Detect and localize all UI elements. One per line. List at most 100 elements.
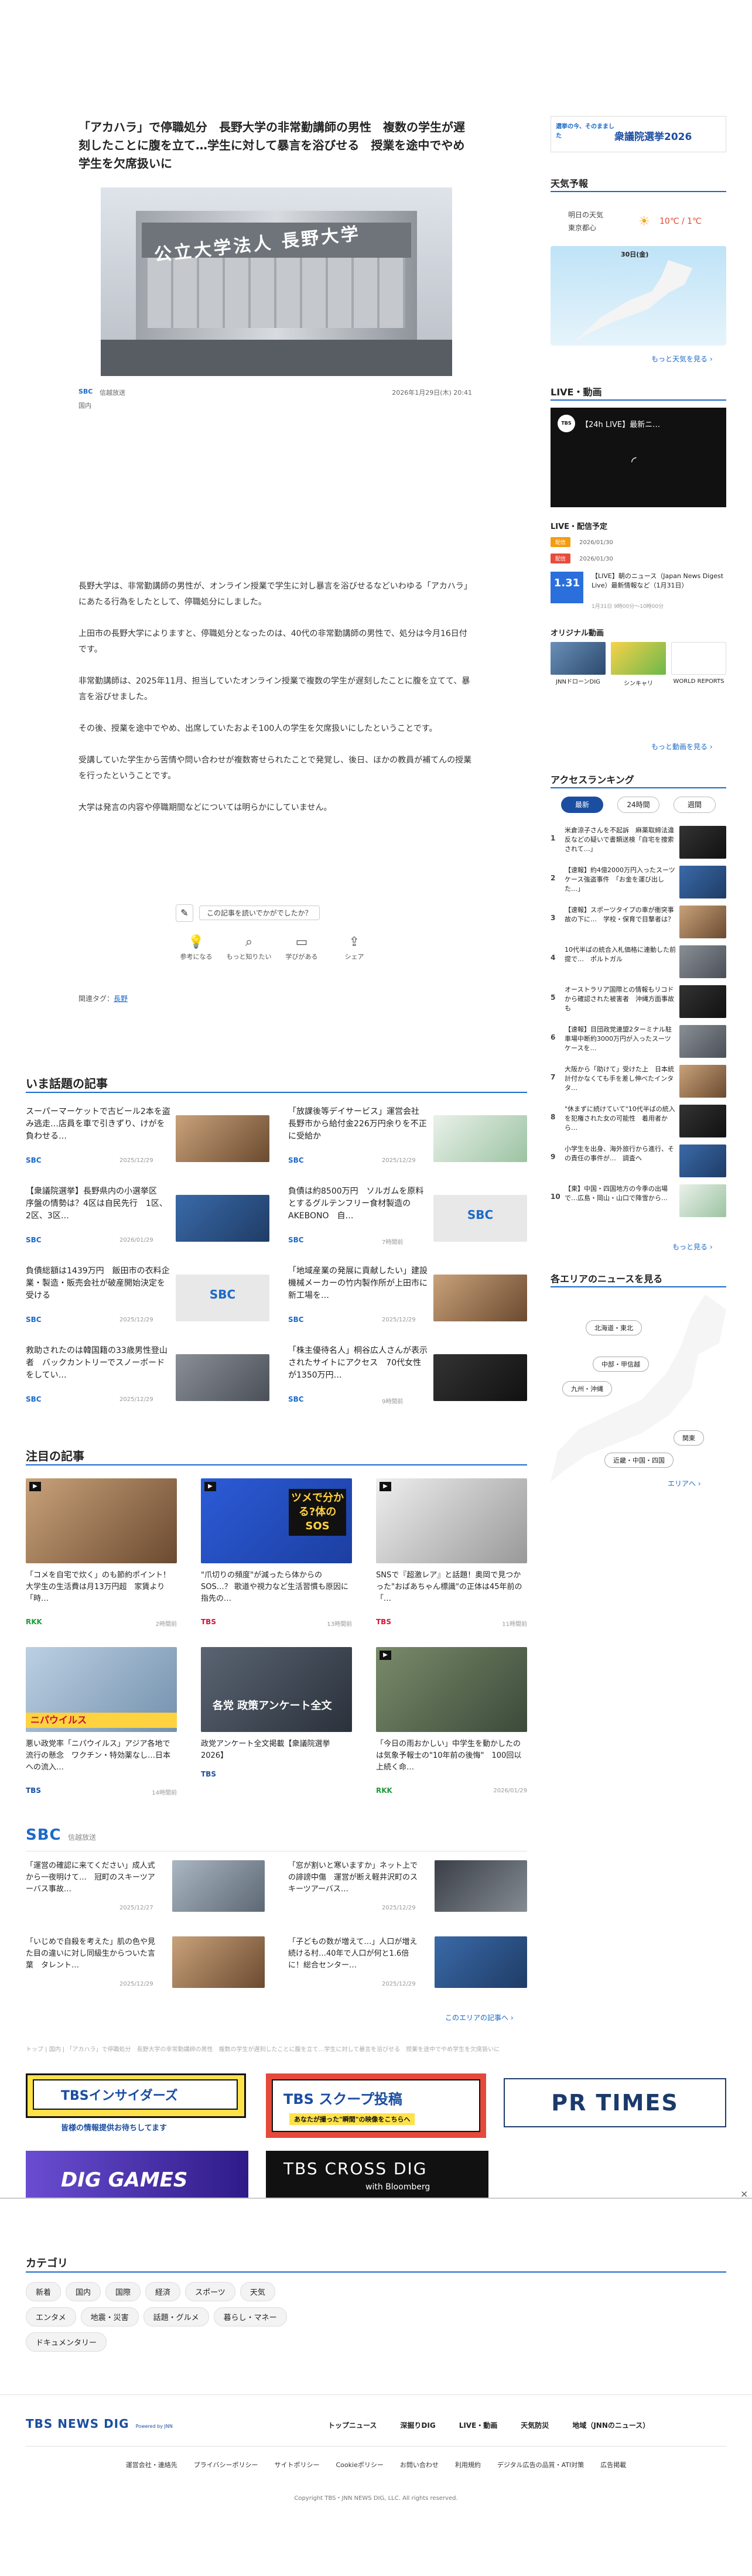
ranking-item[interactable]: 9 小学生を出身、海外旅行から進行、その責任の事件が… 調査へ — [551, 1143, 726, 1180]
category-tag[interactable]: 地震・災害 — [80, 2307, 139, 2326]
prtimes-banner[interactable]: PR TIMES — [504, 2078, 726, 2127]
category-tag[interactable]: エンタメ — [26, 2307, 76, 2326]
reaction-learn-button[interactable]: ▭ 学びがある — [275, 935, 328, 961]
election-banner[interactable]: 選挙の今、そのまました 衆議院選挙2026 — [551, 116, 726, 152]
featured-item[interactable]: 各党 政策アンケート全文 政党アンケート全文掲載【衆議院選挙2026】 TBS — [201, 1647, 352, 1799]
featured-item[interactable]: ▶ 「今日の雨おかしい」中学生を動かしたのは気象予報士の"10年前の後悔" 10… — [376, 1647, 527, 1799]
breadcrumb[interactable]: トップ | 国内 | 「アカハラ」で停職処分 長野大学の非常勤講師の男性 複数の… — [26, 2044, 600, 2053]
ranking-number: 10 — [551, 1193, 560, 1201]
category-tag[interactable]: 話題・グルメ — [143, 2307, 209, 2326]
footer-link[interactable]: 広告掲載 — [600, 2461, 626, 2469]
trending-item[interactable]: 「株主優待名人」桐谷広人さんが表示されたサイトにアクセス 70代女性が1350万… — [288, 1345, 527, 1409]
original-item[interactable]: シンキャリ — [611, 642, 666, 687]
trending-source: SBC — [288, 1236, 304, 1244]
ranking-item[interactable]: 10 【東】中国・四国地方の今季の出場で…広島・岡山・山口で降雪から… — [551, 1183, 726, 1219]
ranking-tab-24h[interactable]: 24時間 — [617, 797, 659, 813]
article-category[interactable]: 国内 — [78, 401, 91, 410]
area-button-kyushu[interactable]: 九州・沖縄 — [562, 1381, 612, 1396]
share-button[interactable]: ⇪ シェア — [328, 935, 381, 961]
live-schedule-item[interactable]: 配信 2026/01/30 — [551, 552, 726, 563]
original-item[interactable]: JNNドローンDIG — [551, 642, 606, 686]
sbc-more-link[interactable]: このエリアの記事へ › — [445, 2013, 514, 2022]
original-item[interactable]: WORLD REPORTS — [671, 642, 726, 685]
digigames-banner[interactable]: DIG GAMES — [26, 2151, 248, 2198]
live-schedule-item[interactable]: 配信 2026/01/30 — [551, 535, 726, 547]
video-play-icon: ▶ — [380, 1482, 391, 1491]
ranking-item[interactable]: 7 大阪から「助けて」受けた上 日本統計付かなくても手を差し伸べたインタタ… — [551, 1064, 726, 1100]
ranking-item[interactable]: 2 【速報】約4億2000万円入ったスーツケース強盗事件 「お金を運び出した…」 — [551, 865, 726, 901]
trending-item[interactable]: 【衆議院選挙】長野県内の小選挙区 序盤の情勢は？4区は自民先行 1区、2区、3区… — [26, 1185, 269, 1250]
ranking-item[interactable]: 8 "休まずに続けていて"10代半ばの統入を犯権された女の可能性 着用者から… — [551, 1103, 726, 1140]
footer-nav-item[interactable]: LIVE・動画 — [459, 2421, 498, 2430]
ranking-item[interactable]: 4 10代半ばの統合入札価格に連動した前提で… ポルトガル — [551, 944, 726, 980]
trending-item[interactable]: 負債総額は1439万円 飯田市の衣料企業・製造・販売会社が破産開始決定を受ける … — [26, 1265, 269, 1330]
featured-item[interactable]: ツメで分かる?体のSOS ▶ "爪切りの頻度"が減ったら体からのSOS…？ 歌道… — [201, 1478, 352, 1631]
sbc-item[interactable]: 「運営の確認に来てください」成人式から一夜明けて… 冠町のスキーツアーバス事故…… — [26, 1860, 265, 1919]
sbc-item[interactable]: 「いじめで自殺を考えた」肌の色や見た目の違いに対し同級生からついた言葉 タレント… — [26, 1936, 265, 1995]
category-tag[interactable]: 経済 — [145, 2282, 181, 2301]
footer-link[interactable]: Cookieポリシー — [336, 2461, 384, 2469]
featured-item[interactable]: ▶ SNSで『超激レア』と話題！奥岡で見つかった"おばあちゃん標識"の正体は45… — [376, 1478, 527, 1631]
area-button-kinki[interactable]: 近畿・中国・四国 — [604, 1453, 674, 1468]
weather-map[interactable]: 30日(金) — [551, 246, 726, 346]
trending-item[interactable]: 負債は約8500万円 ソルガムを原料とするグルテンフリー食材製造のAKEBONO… — [288, 1185, 527, 1250]
category-tag[interactable]: 新着 — [26, 2282, 61, 2301]
reaction-label: 参考になる — [180, 953, 213, 961]
ranking-tab-latest[interactable]: 最新 — [561, 797, 603, 813]
area-button-chubu[interactable]: 中部・甲信越 — [593, 1357, 649, 1372]
footer-link[interactable]: お問い合わせ — [400, 2461, 439, 2469]
article-photo[interactable]: 公立大学法人 長野大学 — [101, 187, 452, 376]
footer-link[interactable]: サイトポリシー — [275, 2461, 320, 2469]
featured-source: TBS — [376, 1618, 391, 1626]
category-tag[interactable]: 国内 — [66, 2282, 101, 2301]
live-player[interactable]: TBS 【24h LIVE】最新ニ… ◜ — [551, 408, 726, 507]
footer-nav-item[interactable]: 天気防災 — [521, 2421, 549, 2430]
area-button-hokkaido[interactable]: 北海道・東北 — [586, 1320, 642, 1335]
area-button-kanto[interactable]: 関東 — [674, 1430, 704, 1446]
weather-more-link[interactable]: もっと天気を見る › — [651, 354, 713, 364]
reaction-helpful-button[interactable]: 💡 参考になる — [170, 935, 223, 961]
footer-link[interactable]: 利用規約 — [455, 2461, 481, 2469]
crossdig-banner[interactable]: TBS CROSS DIG with Bloomberg — [266, 2151, 488, 2198]
footer-nav-item[interactable]: 地域（JNNのニュース） — [572, 2421, 650, 2430]
ranking-item[interactable]: 3 【速報】スポーツタイプの車が衝突事故の下に… 学校・保育で目撃者は？ — [551, 904, 726, 941]
sbc-item[interactable]: 「窓が割いと寒いますか」ネット上での誹謗中傷 運営が断え軽井沢町のスキーツアーバ… — [288, 1860, 527, 1919]
live-video-item[interactable]: 1.31 【LIVE】朝のニュース（Japan News Digest Live… — [551, 572, 726, 613]
footer-logo[interactable]: TBS NEWS DIG Powered by JNN — [26, 2417, 201, 2434]
tag-link[interactable]: 長野 — [114, 995, 128, 1003]
footer-link[interactable]: プライバシーポリシー — [194, 2461, 258, 2469]
ranking-item[interactable]: 5 オーストラリア国際との情報もリコドから確認された被害者 沖縄方面事故も — [551, 984, 726, 1020]
ranking-tab-weekly[interactable]: 週間 — [674, 797, 716, 813]
category-tag[interactable]: スポーツ — [185, 2282, 235, 2301]
ranking-more-link[interactable]: もっと見る › — [672, 1242, 713, 1252]
ranking-item[interactable]: 1 米倉涼子さんを不起訴 麻薬取締法違反などの疑いで書類送検「自宅を捜索されて…」 — [551, 825, 726, 861]
sbc-item[interactable]: 「子どもの数が増えて…」人口が増え続ける村…40年で人口が何と1.6倍に！総合セ… — [288, 1936, 527, 1995]
category-tag[interactable]: 暮らし・マネー — [213, 2307, 287, 2326]
footer-nav-item[interactable]: 深掘りDIG — [400, 2421, 435, 2430]
weather-card[interactable]: 明日の天気 東京都心 ☀ 10℃ / 1℃ — [551, 198, 726, 245]
video-more-link[interactable]: もっと動画を見る › — [651, 742, 713, 751]
trending-item[interactable]: 「地域産業の発展に貢献したい」建設機械メーカーの竹内製作所が上田市に新工場を… … — [288, 1265, 527, 1330]
ranking-tabs: 最新 24時間 週間 — [551, 797, 726, 814]
footer-link[interactable]: デジタル広告の品質・ATI対策 — [497, 2461, 584, 2469]
sbc-name: 信越放送 — [68, 1833, 97, 1842]
areas-more-link[interactable]: エリアへ › — [668, 1478, 701, 1488]
election-banner-right: 衆議院選挙2026 — [614, 131, 692, 143]
sbc-date: 2025/12/29 — [382, 1981, 416, 1987]
category-tag[interactable]: ドキュメンタリー — [26, 2332, 107, 2352]
category-tag[interactable]: 天気 — [240, 2282, 275, 2301]
footer-link[interactable]: 運営会社・連絡先 — [126, 2461, 177, 2469]
trending-text: 「地域産業の発展に貢献したい」建設機械メーカーの竹内製作所が上田市に新工場を… — [288, 1266, 428, 1300]
trending-item[interactable]: 「放課後等デイサービス」運営会社 長野市から給付金226万円余りを不正に受給か … — [288, 1106, 527, 1170]
trending-item[interactable]: 救助されたのは韓国籍の33歳男性登山者 バックカントリーでスノーボードをしてい…… — [26, 1345, 269, 1409]
ranking-item[interactable]: 6 【速報】目団政党連盟2ターミナル駐車場中断約3000万円が入ったスーツケースを… — [551, 1024, 726, 1060]
insiders-banner[interactable]: TBSインサイダーズ 皆様の情報提供お待ちしてます — [26, 2073, 246, 2133]
scoop-banner[interactable]: TBS スクープ投稿 あなたが撮った"瞬間"の映像をこちらへ — [266, 2073, 486, 2138]
featured-item[interactable]: ニパウイルス 悪い政党率「ニパウイルス」アジア各地で流行の懸念 ワクチン・特効薬… — [26, 1647, 177, 1799]
featured-item[interactable]: ▶ 「コメを自宅で炊く」のも節約ポイント！ 大学生の生活費は月13万円超 家賃よ… — [26, 1478, 177, 1631]
footer-nav-item[interactable]: トップニュース — [328, 2421, 377, 2430]
reaction-more-button[interactable]: ⌕ もっと知りたい — [223, 935, 275, 961]
japan-map-shape — [574, 260, 693, 342]
trending-item[interactable]: スーパーマーケットで古ビール2本を盗み逃走…店員を車で引きずり、けがを負わせる…… — [26, 1106, 269, 1170]
category-tag[interactable]: 国際 — [105, 2282, 141, 2301]
